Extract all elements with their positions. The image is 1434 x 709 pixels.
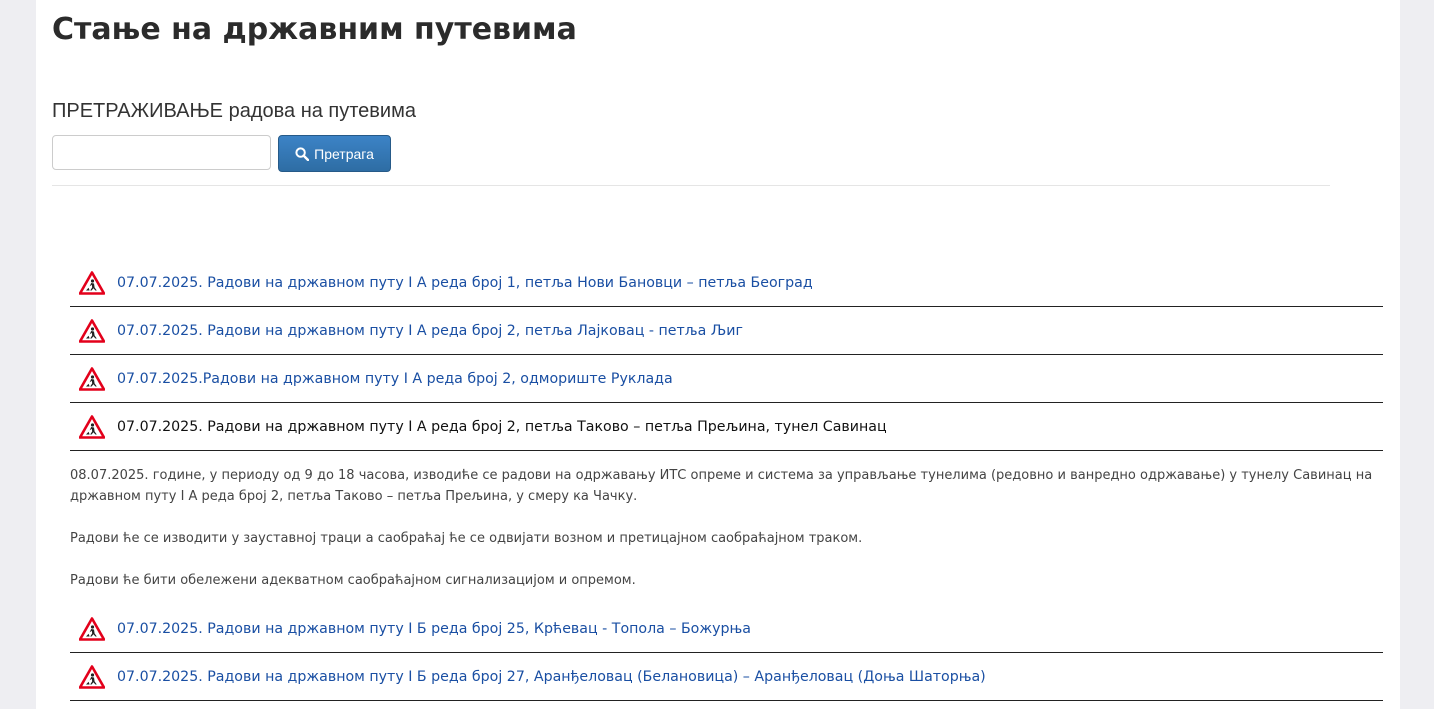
page-container: Стање на државним путевима ПРЕТРАЖИВАЊЕ … xyxy=(36,0,1400,709)
search-heading: ПРЕТРАЖИВАЊЕ радова на путевима xyxy=(52,100,416,122)
list-item-label: 07.07.2025. Радови на државном путу I А … xyxy=(117,322,743,339)
search-button[interactable]: Претрага xyxy=(278,135,391,172)
roadworks-warning-icon xyxy=(79,270,105,295)
search-button-label: Претрага xyxy=(314,145,374,162)
list-item[interactable]: 07.07.2025. Радови на државном путу I Б … xyxy=(70,653,1383,701)
roadworks-warning-icon xyxy=(79,616,105,641)
list-item[interactable]: 07.07.2025. Радови на државном путу I Б … xyxy=(70,605,1383,653)
list-item-expanded[interactable]: 07.07.2025. Радови на државном путу I А … xyxy=(70,403,1383,451)
roadworks-list: 07.07.2025. Радови на државном путу I А … xyxy=(70,259,1383,701)
list-item[interactable]: 07.07.2025. Радови на државном путу I А … xyxy=(70,259,1383,307)
list-item-label: 07.07.2025.Радови на државном путу I А р… xyxy=(117,370,673,387)
page-title: Стање на државним путевима xyxy=(52,12,577,47)
detail-paragraph: 08.07.2025. године, у периоду од 9 до 18… xyxy=(70,468,1373,504)
item-detail: 08.07.2025. године, у периоду од 9 до 18… xyxy=(70,451,1383,605)
list-item-label: 07.07.2025. Радови на државном путу I А … xyxy=(117,274,813,291)
detail-paragraph: Радови ће се изводити у зауставној траци… xyxy=(70,531,863,546)
search-input[interactable] xyxy=(52,135,271,170)
list-item-label: 07.07.2025. Радови на државном путу I А … xyxy=(117,418,887,435)
search-divider xyxy=(52,185,1330,186)
list-item[interactable]: 07.07.2025.Радови на државном путу I А р… xyxy=(70,355,1383,403)
detail-paragraph: Радови ће бити обележени адекватном саоб… xyxy=(70,573,636,588)
list-item-label: 07.07.2025. Радови на државном путу I Б … xyxy=(117,668,986,685)
roadworks-warning-icon xyxy=(79,366,105,391)
list-item-label: 07.07.2025. Радови на државном путу I Б … xyxy=(117,620,751,637)
roadworks-warning-icon xyxy=(79,414,105,439)
search-icon xyxy=(295,146,310,161)
roadworks-warning-icon xyxy=(79,664,105,689)
list-item[interactable]: 07.07.2025. Радови на државном путу I А … xyxy=(70,307,1383,355)
roadworks-warning-icon xyxy=(79,318,105,343)
